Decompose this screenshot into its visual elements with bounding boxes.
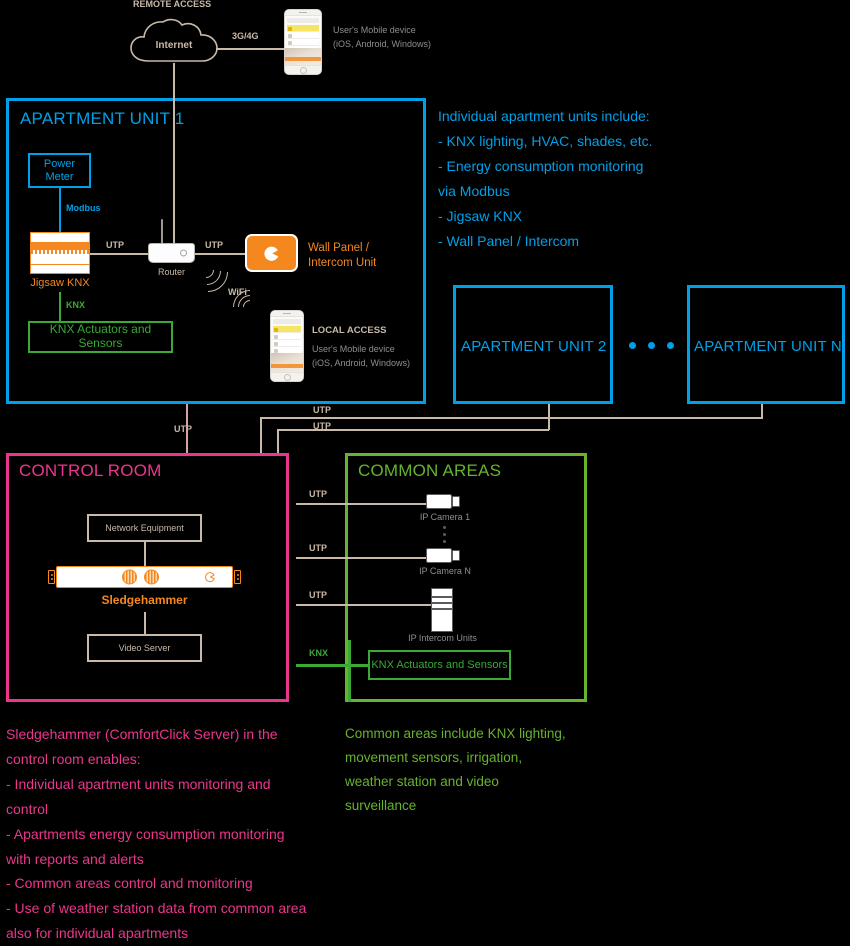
internet-to-unit-line (173, 63, 175, 98)
phone-screen (285, 16, 321, 65)
knx-label: KNX (66, 300, 86, 310)
apartment-unit-2-title: APARTMENT UNIT 2 (461, 338, 607, 355)
internet-cloud-icon: Internet (128, 18, 220, 63)
ip-camera-1-label: IP Camera 1 (419, 512, 471, 522)
ip-camera-1-icon (426, 494, 462, 511)
comfortclick-logo-icon (264, 246, 279, 261)
jigsaw-terminal-teeth (31, 250, 89, 254)
utp-right-label: UTP (205, 240, 223, 250)
server-vent (122, 569, 137, 585)
server-to-video-line (144, 612, 146, 635)
common-areas-title: COMMON AREAS (358, 461, 502, 480)
utp-jigsaw-router-line (90, 253, 151, 255)
rack-ear-right (234, 570, 241, 584)
ip-intercom-units-label: IP Intercom Units (408, 633, 477, 643)
network-to-server-line (144, 542, 146, 566)
utp-intercom-label: UTP (309, 590, 327, 600)
phone-app-header (287, 18, 319, 23)
intercom-divider (432, 602, 452, 604)
camera-body (426, 548, 452, 563)
cameras-ellipsis (443, 526, 446, 543)
phone-photo-tile (271, 353, 303, 372)
units-ellipsis (629, 342, 674, 349)
server-vent (144, 569, 159, 585)
control-room-note: Sledgehammer (ComfortClick Server) in th… (6, 726, 307, 942)
control-room-title: CONTROL ROOM (19, 461, 162, 480)
remote-mobile-caption: User's Mobile device (iOS, Android, Wind… (333, 25, 432, 49)
video-server-box: Video Server (87, 634, 202, 662)
phone-screen (271, 317, 303, 372)
utp-upper-trunk (260, 417, 763, 419)
jigsaw-knx-device (30, 232, 90, 274)
phone-photo-tile (285, 48, 321, 65)
modbus-line (59, 188, 61, 236)
utp-lower-trunk-drop (277, 429, 279, 455)
router-antenna (161, 219, 163, 244)
rack-ear-left (48, 570, 55, 584)
utp-upper-trunk-drop (260, 417, 262, 455)
utp-intercom-line (296, 604, 431, 606)
local-mobile-device (270, 310, 304, 382)
phone-home-button (271, 372, 303, 381)
jigsaw-knx-label: Jigsaw KNX (30, 277, 90, 289)
wall-panel-label: Wall Panel / Intercom Unit (308, 242, 377, 269)
unitn-drop-line (761, 404, 763, 418)
utp-camera1-line (296, 503, 426, 505)
phone-app-header (273, 319, 301, 324)
local-access-title: LOCAL ACCESS (312, 325, 387, 336)
utp-left-label: UTP (106, 240, 124, 250)
knx-common-label: KNX (309, 648, 329, 658)
knx-common-vertical (348, 640, 351, 702)
local-access-caption: User's Mobile device (iOS, Android, Wind… (312, 344, 411, 368)
phone-list-row (287, 39, 319, 46)
jigsaw-orange-band (31, 243, 89, 250)
ip-camera-n-label: IP Camera N (419, 566, 471, 576)
ip-intercom-icon (431, 588, 453, 632)
phone-home-button (285, 65, 321, 74)
common-areas-note: Common areas include KNX lighting, movem… (345, 726, 566, 814)
utp-cameran-line (296, 557, 426, 559)
knx-actuators-sensors-common: KNX Actuators and Sensors (368, 650, 511, 680)
modbus-label: Modbus (66, 203, 101, 213)
utp-lower-label: UTP (313, 421, 331, 431)
phone-list-row (287, 32, 319, 39)
knx-common-line (296, 664, 368, 667)
utp-upper-label: UTP (313, 405, 331, 415)
phone-list-row (273, 340, 301, 347)
sledgehammer-server (48, 566, 241, 588)
remote-access-label: REMOTE ACCESS (133, 0, 212, 9)
phone-list-row (287, 25, 319, 32)
network-equipment-box: Network Equipment (87, 514, 202, 542)
intercom-divider (432, 608, 452, 610)
ip-camera-n-icon (426, 548, 462, 565)
cloud-label: Internet (155, 40, 193, 51)
apartment-unit-1-title: APARTMENT UNIT 1 (20, 109, 185, 128)
apartment-unit-n-title: APARTMENT UNIT N (694, 338, 842, 355)
utp-control-room-label: UTP (174, 424, 192, 434)
cellular-link-line (216, 48, 286, 50)
camera-lens (452, 496, 460, 507)
router-uplink-line (173, 98, 175, 244)
unit2-drop-line (548, 404, 550, 430)
knx-actuators-sensors-unit1: KNX Actuators and Sensors (28, 321, 173, 353)
router-device (148, 243, 195, 263)
sledgehammer-label: Sledgehammer (101, 593, 188, 607)
apartment-units-note: Individual apartment units include: - KN… (438, 108, 653, 249)
utp-camera1-label: UTP (309, 489, 327, 499)
phone-list-row (273, 333, 301, 340)
utp-cameran-label: UTP (309, 543, 327, 553)
camera-body (426, 494, 452, 509)
phone-list-row (273, 326, 301, 333)
cellular-link-label: 3G/4G (232, 31, 259, 41)
comfortclick-logo-icon (205, 572, 215, 583)
camera-lens (452, 550, 460, 561)
knx-bus-line (59, 292, 61, 322)
remote-mobile-device (284, 9, 322, 75)
intercom-divider (432, 596, 452, 598)
power-meter-box: Power Meter (28, 153, 91, 188)
